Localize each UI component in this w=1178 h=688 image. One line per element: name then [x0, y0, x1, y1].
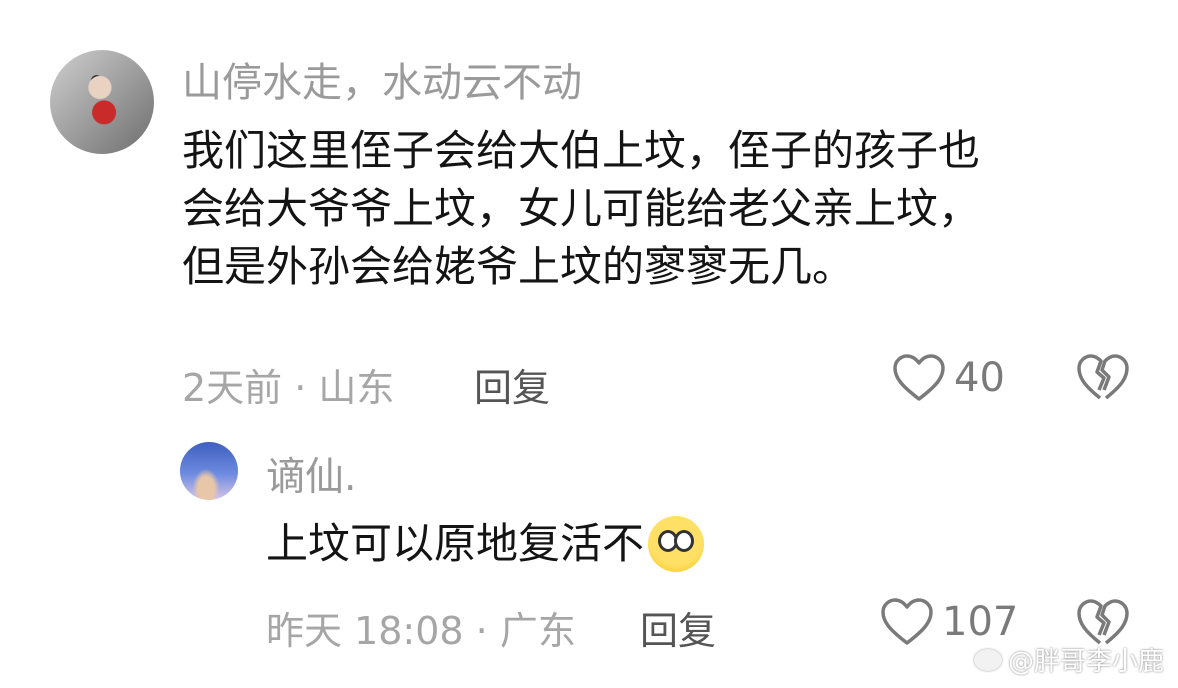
heart-outline-icon — [880, 597, 934, 647]
like-count: 107 — [942, 599, 1019, 645]
like-count: 40 — [954, 355, 1005, 401]
comment-text: 我们这里侄子会给大伯上坟，侄子的孩子也 会给大爷爷上坟，女儿可能给老父亲上坟， … — [182, 122, 1162, 296]
comment-text-body: 上坟可以原地复活不 — [266, 519, 645, 568]
like-button[interactable]: 40 — [892, 353, 1005, 403]
comment-text: 上坟可以原地复活不 — [266, 515, 705, 573]
comment-username[interactable]: 谪仙. — [266, 446, 356, 502]
broken-heart-icon — [1076, 352, 1130, 404]
flushed-face-emoji-icon — [648, 516, 705, 572]
reply-button[interactable]: 回复 — [640, 600, 716, 655]
heart-outline-icon — [892, 353, 946, 403]
dislike-button[interactable] — [1076, 352, 1130, 404]
avatar[interactable] — [50, 50, 154, 154]
watermark: @胖哥李小鹿 — [973, 641, 1164, 678]
comment-text-line: 会给大爷爷上坟，女儿可能给老父亲上坟， — [182, 184, 981, 233]
watermark-text: @胖哥李小鹿 — [1007, 647, 1164, 677]
comment-meta: 2天前 · 山东 — [182, 366, 395, 410]
avatar[interactable] — [180, 442, 238, 500]
comment-text-line: 但是外孙会给姥爷上坟的寥寥无几。 — [182, 242, 855, 291]
like-button[interactable]: 107 — [880, 597, 1018, 647]
comment-text-line: 我们这里侄子会给大伯上坟，侄子的孩子也 — [182, 126, 981, 175]
reply-button[interactable]: 回复 — [474, 357, 550, 412]
comment-username[interactable]: 山停水走，水动云不动 — [182, 50, 582, 108]
comment-meta: 昨天 18:08 · 广东 — [266, 609, 576, 653]
weibo-logo-icon — [973, 648, 1002, 671]
